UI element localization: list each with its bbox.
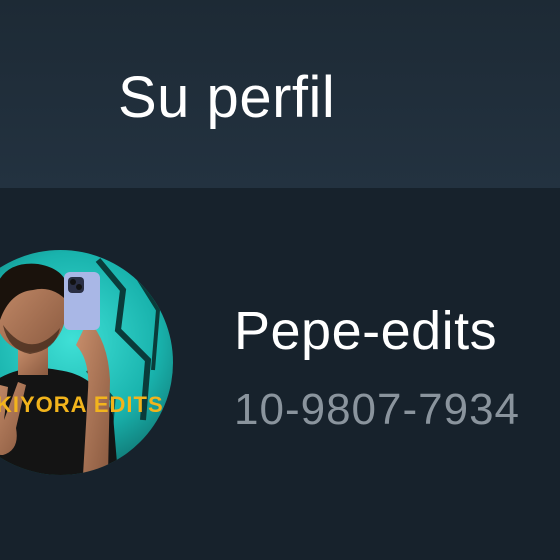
profile-name: Pepe-edits: [234, 301, 498, 361]
profile-row[interactable]: KIYORA EDITS Pepe-edits 10-9807-7934: [0, 188, 560, 560]
profile-phone: 10-9807-7934: [234, 385, 521, 434]
profile-photo-icon: KIYORA EDITS: [0, 250, 173, 475]
app-bar: Su perfil: [0, 0, 560, 189]
page-title: Su perfil: [118, 65, 336, 130]
avatar-overlay-text: KIYORA EDITS: [0, 392, 164, 417]
avatar[interactable]: KIYORA EDITS: [0, 250, 173, 475]
profile-screen: Su perfil KIYORA EDITS Pepe-edits 10-980…: [0, 0, 560, 560]
